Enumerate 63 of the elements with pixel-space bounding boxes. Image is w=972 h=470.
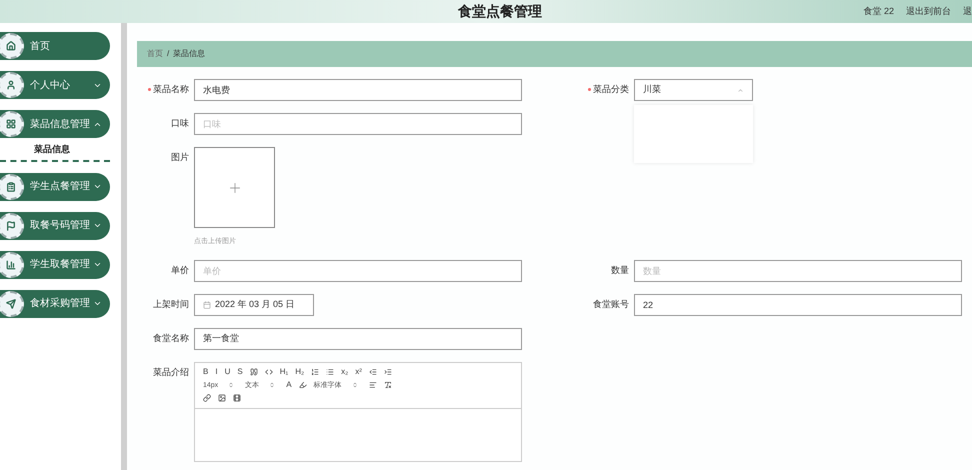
toolbar-button[interactable]: U: [224, 368, 230, 376]
field-label: 菜品名称: [148, 83, 189, 96]
link-icon[interactable]: [203, 394, 211, 402]
header-link[interactable]: 退出到前台: [906, 4, 951, 18]
sidebar-item[interactable]: 个人中心: [0, 71, 110, 99]
clipboard-icon: [6, 182, 16, 192]
user-icon: [6, 80, 16, 90]
grid-icon: [6, 119, 16, 129]
field-label: 食堂账号: [593, 298, 629, 310]
upload-box[interactable]: [194, 147, 275, 228]
bullet-list-icon[interactable]: [326, 368, 334, 376]
flag-icon: [6, 220, 16, 230]
align-icon[interactable]: [368, 381, 377, 389]
field-label: 菜品分类: [588, 83, 629, 96]
header-link[interactable]: 退: [963, 4, 972, 18]
breadcrumb-item: /: [167, 48, 170, 60]
chart-icon: [6, 260, 16, 270]
toolbar-button[interactable]: H₂: [295, 368, 304, 376]
ordered-list-icon[interactable]: [311, 368, 320, 376]
sidebar-item[interactable]: 学生点餐管理: [0, 172, 110, 200]
outdent-icon[interactable]: [368, 368, 377, 376]
input-field[interactable]: 数量: [634, 260, 962, 282]
sidebar-item[interactable]: 首页: [0, 32, 110, 60]
image-icon[interactable]: [218, 394, 226, 402]
sidebar-item[interactable]: 取餐号码管理: [0, 212, 110, 240]
app-title: 食堂点餐管理: [458, 2, 542, 21]
field-label: 口味: [171, 117, 189, 130]
field-label: 数量: [611, 264, 629, 276]
input-field[interactable]: 水电费: [194, 79, 522, 101]
field-label: 菜品介绍: [153, 366, 189, 378]
date-field[interactable]: 2022 年 03 月 05 日: [194, 294, 314, 316]
calendar-icon: [203, 300, 211, 308]
clear-format-icon[interactable]: [384, 381, 392, 389]
field-label: 上架时间: [153, 298, 189, 310]
input-field[interactable]: 单价: [194, 260, 522, 282]
toolbar-button[interactable]: B: [203, 368, 208, 376]
field-label: 图片: [171, 151, 189, 164]
home-icon: [6, 41, 16, 51]
sidebar-subitem[interactable]: 菜品信息: [34, 143, 70, 156]
sidebar-item[interactable]: 食材采购管理: [0, 290, 110, 318]
field-label: 食堂名称: [153, 332, 189, 344]
input-field[interactable]: 22: [634, 294, 962, 316]
code-icon[interactable]: [264, 368, 273, 376]
toolbar-button[interactable]: S: [237, 368, 243, 376]
field-label: 单价: [171, 264, 189, 276]
chevron-icon: [737, 86, 744, 94]
breadcrumb-item: 菜品信息: [173, 48, 206, 60]
input-field[interactable]: 第一食堂: [194, 328, 522, 350]
sidebar-item[interactable]: 菜品信息管理: [0, 110, 110, 138]
select-field[interactable]: 川菜: [634, 79, 753, 101]
toolbar-button[interactable]: A: [286, 381, 292, 389]
toolbar-button[interactable]: H₁: [280, 368, 288, 376]
highlighter-icon[interactable]: [298, 381, 307, 389]
toolbar-button[interactable]: x²: [355, 368, 362, 376]
film-icon[interactable]: [233, 394, 241, 402]
indent-icon[interactable]: [384, 368, 392, 376]
toolbar-button[interactable]: x₂: [341, 368, 348, 376]
send-icon: [6, 298, 16, 308]
header-link[interactable]: 食堂 22: [863, 4, 894, 18]
input-field[interactable]: 口味: [194, 113, 522, 135]
toolbar-button[interactable]: I: [215, 368, 218, 376]
sidebar-item[interactable]: 学生取餐管理: [0, 250, 110, 278]
quote-icon[interactable]: [250, 368, 258, 376]
